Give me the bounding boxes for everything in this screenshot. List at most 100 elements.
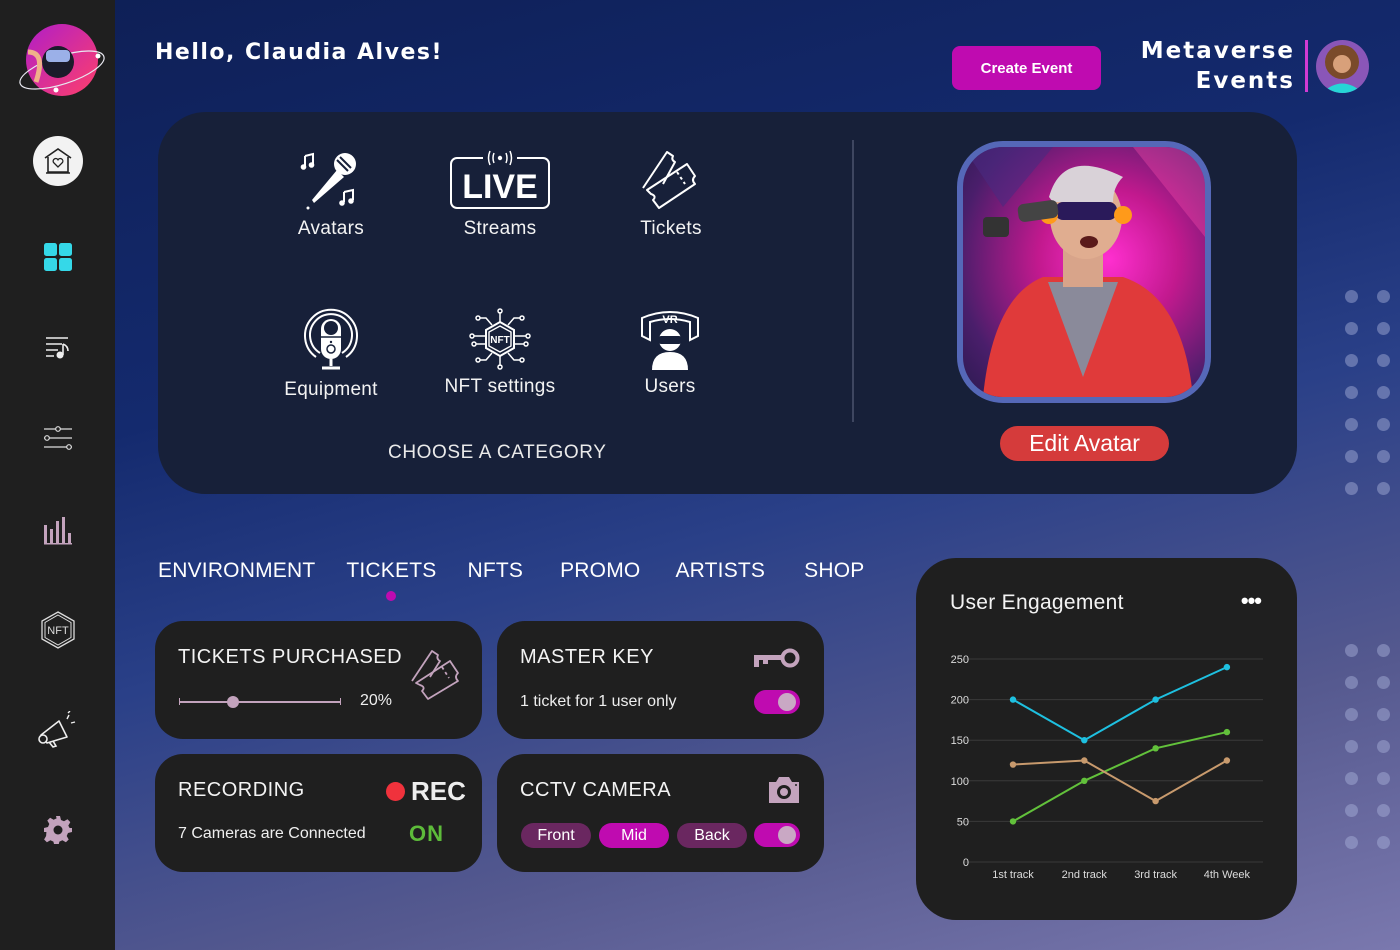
data-point — [1152, 745, 1159, 752]
data-point — [1152, 696, 1159, 703]
data-point — [1081, 777, 1088, 784]
category-users[interactable]: VR Users — [590, 308, 750, 398]
decorative-dot — [1345, 290, 1358, 303]
gear-icon — [43, 816, 72, 844]
data-point — [1009, 761, 1017, 768]
category-nft-settings[interactable]: NFT NFT settings — [420, 308, 580, 398]
x-tick-label: 1st track — [992, 869, 1034, 881]
decorative-dot — [1345, 740, 1358, 753]
tab-label: TICKETS — [346, 559, 437, 582]
decorative-dot — [1345, 482, 1358, 495]
decorative-dot — [1345, 644, 1358, 657]
sidebar-item-dashboard[interactable] — [0, 227, 115, 287]
sidebar: NFT — [0, 0, 115, 950]
nft-hexagon-icon: NFT — [40, 611, 75, 649]
decorative-dot — [1345, 322, 1358, 335]
panel-divider — [852, 140, 854, 422]
svg-text:VR: VR — [662, 314, 677, 326]
category-label: Users — [644, 376, 696, 397]
decorative-dot — [1377, 708, 1390, 721]
choose-category-label: CHOOSE A CATEGORY — [388, 442, 607, 463]
decorative-dot — [1345, 418, 1358, 431]
edit-avatar-button[interactable]: Edit Avatar — [1000, 426, 1169, 461]
profile-avatar[interactable] — [16, 22, 108, 98]
card-title: MASTER KEY — [520, 646, 654, 668]
decorative-dot — [1345, 450, 1358, 463]
decorative-dot — [1345, 708, 1358, 721]
tab-environment[interactable]: ENVIRONMENT — [158, 559, 315, 583]
y-tick-label: 50 — [957, 816, 969, 828]
sliders-icon — [43, 426, 72, 450]
create-event-button[interactable]: Create Event — [952, 46, 1101, 90]
brand-divider — [1305, 40, 1308, 92]
decorative-dot — [1345, 836, 1358, 849]
tab-label: NFTS — [467, 559, 524, 582]
category-tickets[interactable]: Tickets — [591, 150, 751, 240]
camera-option-mid[interactable]: Mid — [599, 823, 669, 848]
tab-label: ARTISTS — [675, 559, 766, 582]
nft-circuit-icon: NFT — [469, 308, 531, 370]
tab-promo[interactable]: PROMO — [560, 559, 640, 583]
tab-nfts[interactable]: NFTS — [467, 559, 523, 583]
avatar-preview-image[interactable] — [957, 141, 1211, 403]
grid-icon — [43, 243, 72, 271]
user-avatar[interactable] — [1316, 40, 1369, 93]
sidebar-item-nft[interactable]: NFT — [0, 600, 115, 660]
decorative-dot — [1345, 676, 1358, 689]
slider-thumb[interactable] — [227, 696, 240, 708]
camera-option-front[interactable]: Front — [521, 823, 591, 848]
decorative-dot — [1345, 772, 1358, 785]
series-line — [1012, 731, 1228, 823]
master-key-toggle[interactable] — [754, 690, 800, 714]
decorative-dot — [1377, 290, 1390, 303]
category-label: Streams — [463, 218, 537, 239]
sidebar-item-sliders[interactable] — [0, 408, 115, 468]
tab-tickets[interactable]: TICKETS — [346, 559, 437, 601]
tab-shop[interactable]: SHOP — [804, 559, 864, 583]
decorative-dot — [1377, 322, 1390, 335]
camera-icon — [769, 777, 799, 803]
decorative-dot — [1377, 804, 1390, 817]
card-title: TICKETS PURCHASED — [178, 646, 403, 668]
card-title: RECORDING — [178, 779, 305, 801]
cctv-toggle[interactable] — [754, 823, 800, 847]
sidebar-item-settings[interactable] — [0, 800, 115, 860]
sidebar-item-promo[interactable] — [0, 700, 115, 760]
data-point — [1223, 663, 1231, 671]
microphone-music-icon — [300, 152, 356, 210]
series-line — [1012, 666, 1228, 742]
x-tick-label: 2nd track — [1062, 869, 1108, 881]
recording-card: RECORDING REC 7 Cameras are Connected ON — [155, 754, 482, 872]
tickets-percent: 20% — [360, 692, 393, 709]
decorative-dot — [1345, 386, 1358, 399]
tab-artists[interactable]: ARTISTS — [675, 559, 765, 583]
card-subtitle: 1 ticket for 1 user only — [520, 693, 677, 710]
live-stream-icon: LIVE — [450, 150, 550, 209]
studio-mic-icon — [304, 308, 358, 370]
tickets-icon — [642, 151, 696, 209]
bar-chart-icon — [43, 517, 72, 545]
tickets-slider[interactable] — [179, 696, 341, 708]
data-point — [1152, 797, 1159, 805]
sidebar-item-playlist[interactable] — [0, 318, 115, 378]
active-tab-indicator — [386, 591, 397, 601]
sidebar-item-analytics[interactable] — [0, 500, 115, 560]
decorative-dot — [1377, 772, 1390, 785]
rec-indicator[interactable]: REC — [386, 776, 466, 807]
category-avatars[interactable]: Avatars — [251, 150, 411, 240]
category-streams[interactable]: LIVE Streams — [420, 150, 580, 240]
megaphone-icon — [37, 711, 75, 748]
tab-label: SHOP — [804, 559, 865, 582]
sidebar-item-home[interactable] — [0, 131, 115, 191]
x-tick-label: 3rd track — [1134, 869, 1177, 881]
y-tick-label: 200 — [951, 695, 969, 707]
camera-option-back[interactable]: Back — [677, 823, 747, 848]
decorative-dot — [1345, 354, 1358, 367]
decorative-dot — [1377, 836, 1390, 849]
recording-status: ON — [409, 821, 444, 846]
greeting-heading: Hello, Claudia Alves! — [155, 40, 443, 65]
category-equipment[interactable]: Equipment — [251, 305, 411, 401]
tab-label: ENVIRONMENT — [158, 559, 316, 582]
cctv-camera-card: CCTV CAMERA Front Mid Back — [497, 754, 824, 872]
category-label: Equipment — [284, 379, 378, 400]
